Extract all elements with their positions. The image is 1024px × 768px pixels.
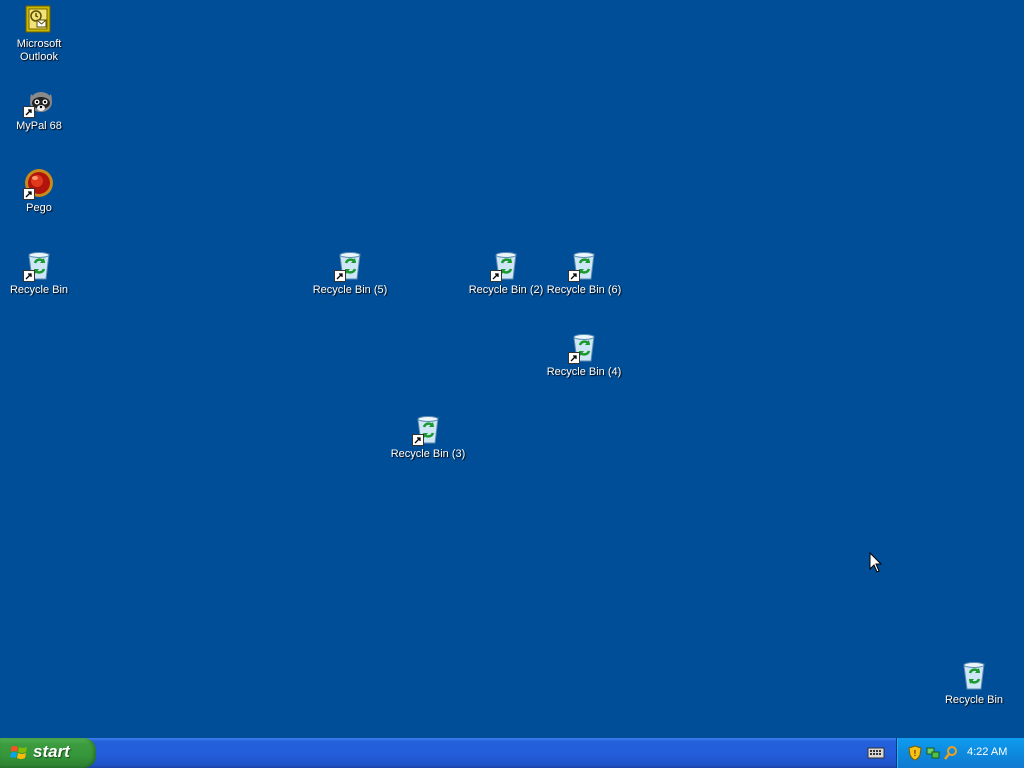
desktop-icon-label: MyPal 68	[16, 120, 62, 132]
desktop-icon-mypal[interactable]: MyPal 68	[0, 86, 78, 133]
recycle-bin-icon	[412, 414, 444, 446]
desktop-icon-recycle-bin[interactable]: Recycle Bin	[0, 250, 78, 297]
shortcut-arrow-icon	[334, 270, 346, 282]
shortcut-arrow-icon	[23, 270, 35, 282]
desktop-icon-label: Recycle Bin	[944, 694, 1004, 706]
shortcut-arrow-icon	[23, 106, 35, 118]
shortcut-arrow-icon	[568, 352, 580, 364]
desktop-icon-recycle-bin-6[interactable]: Recycle Bin (6)	[545, 250, 623, 297]
recycle-bin-icon	[23, 250, 55, 282]
security-shield-icon[interactable]: !	[907, 745, 923, 761]
desktop-icon-label: Recycle Bin (4)	[546, 366, 622, 378]
desktop-icon-recycle-bin-4[interactable]: Recycle Bin (4)	[545, 332, 623, 379]
desktop-icon-recycle-bin-2[interactable]: Recycle Bin (2)	[467, 250, 545, 297]
desktop-icon-recycle-bin-3[interactable]: Recycle Bin (3)	[389, 414, 467, 461]
recycle-bin-icon	[568, 250, 600, 282]
clock[interactable]: 4:22 AM	[967, 746, 1007, 758]
desktop-icon-label: Pego	[26, 202, 52, 214]
shortcut-arrow-icon	[490, 270, 502, 282]
pego-icon	[23, 168, 55, 200]
desktop-icon-pego[interactable]: Pego	[0, 168, 78, 215]
desktop-icon-label: Microsoft Outlook	[16, 38, 62, 63]
recycle-bin-icon	[568, 332, 600, 364]
desktop-icon-label: Recycle Bin	[9, 284, 69, 296]
shortcut-arrow-icon	[568, 270, 580, 282]
shortcut-arrow-icon	[412, 434, 424, 446]
start-label: start	[33, 742, 70, 761]
desktop-icon-label: Recycle Bin (2)	[468, 284, 544, 296]
search-icon[interactable]	[943, 745, 959, 761]
desktop-icon-outlook[interactable]: Microsoft Outlook	[0, 4, 78, 64]
outlook-icon	[23, 4, 55, 36]
recycle-bin-icon	[334, 250, 366, 282]
mypal-icon	[23, 86, 55, 118]
desktop-icon-recycle-bin-system[interactable]: Recycle Bin	[935, 660, 1013, 707]
shortcut-arrow-icon	[23, 188, 35, 200]
start-button[interactable]: start	[0, 738, 96, 768]
recycle-bin-icon	[958, 660, 990, 692]
svg-text:!: !	[914, 749, 917, 758]
desktop-icon-label: Recycle Bin (3)	[390, 448, 466, 460]
desktop-icon-label: Recycle Bin (6)	[546, 284, 622, 296]
network-icon[interactable]	[925, 745, 941, 761]
desktop-icon-recycle-bin-5[interactable]: Recycle Bin (5)	[311, 250, 389, 297]
mouse-cursor-icon	[869, 552, 883, 573]
desktop-icon-label: Recycle Bin (5)	[312, 284, 388, 296]
windows-logo-icon	[10, 746, 27, 759]
keyboard-icon[interactable]	[867, 746, 885, 760]
recycle-bin-icon	[490, 250, 522, 282]
desktop: Microsoft Outlook MyPal 68 Pego Recycle …	[0, 0, 1024, 738]
